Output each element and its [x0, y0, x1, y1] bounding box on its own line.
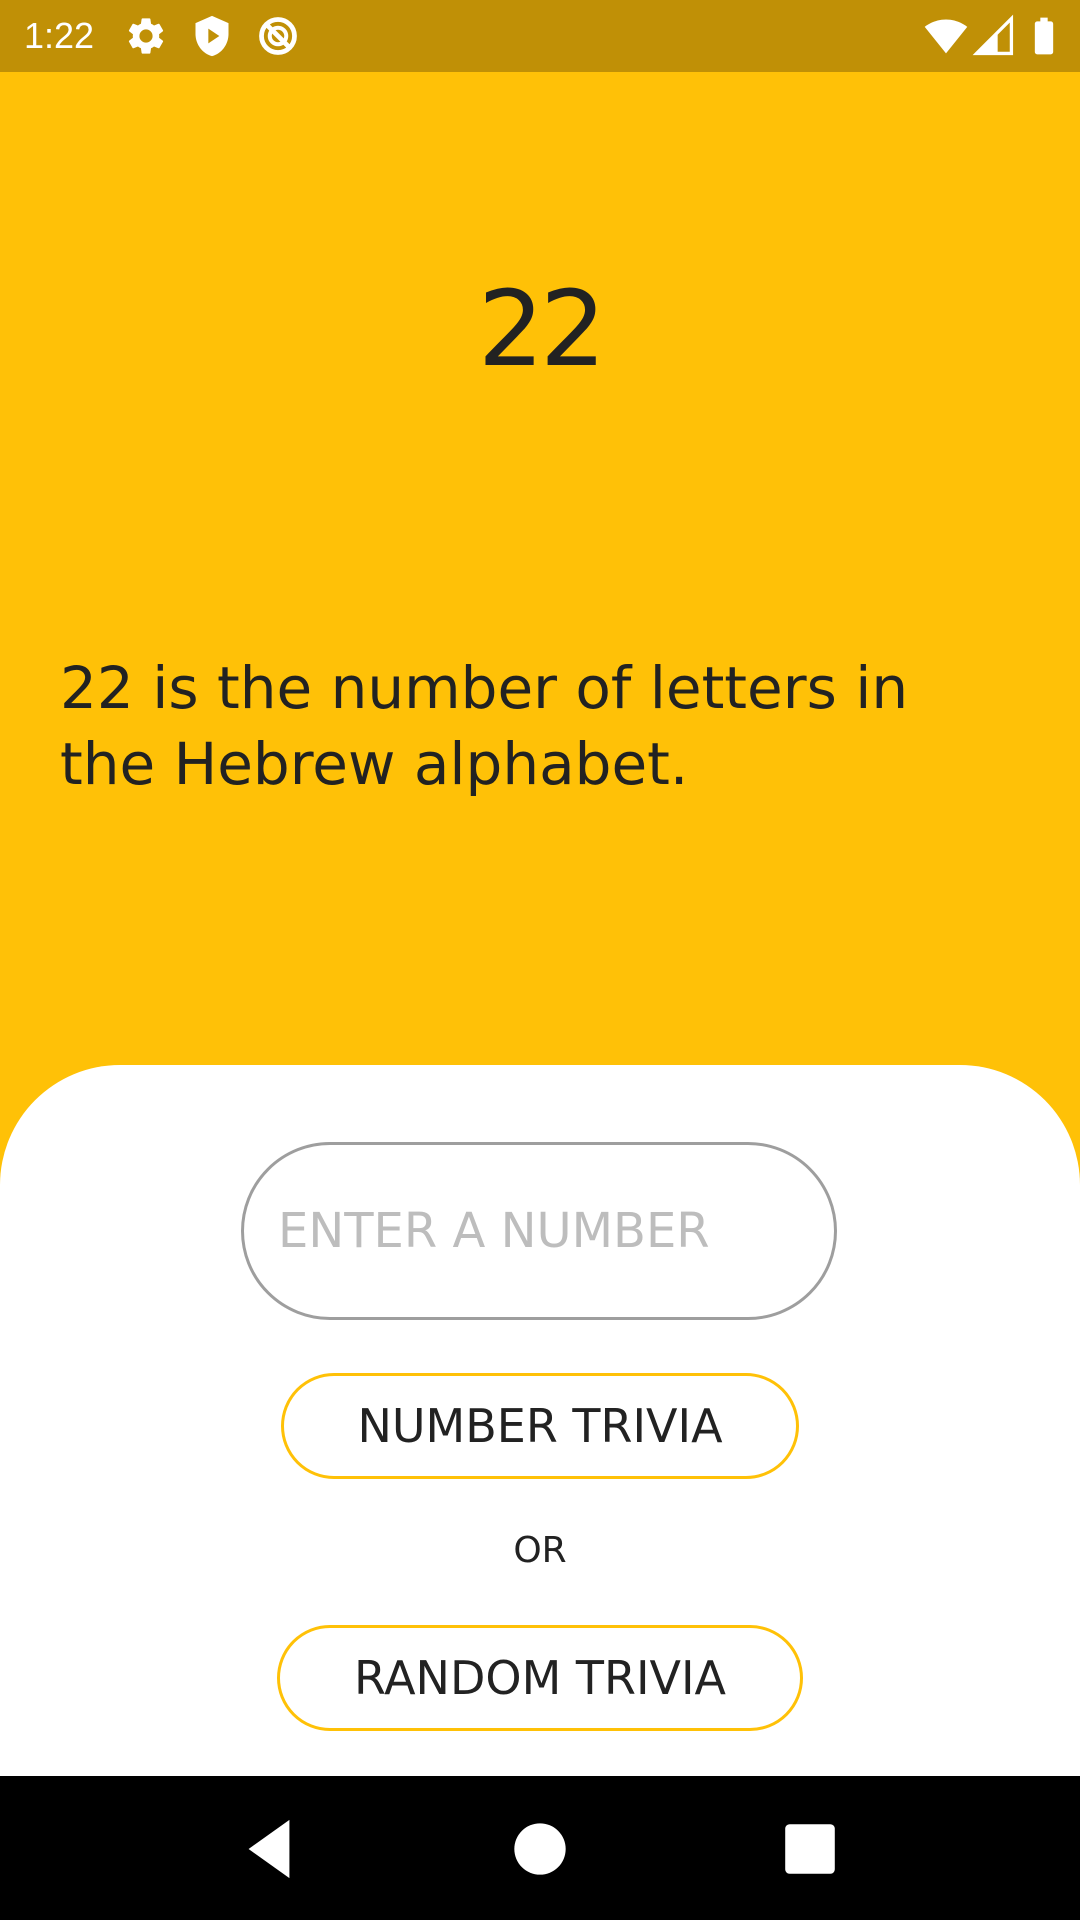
shield-play-icon: [190, 14, 234, 58]
battery-icon: [1022, 14, 1066, 58]
no-sync-icon: [256, 14, 300, 58]
home-icon[interactable]: [505, 1814, 575, 1884]
recents-icon[interactable]: [775, 1814, 845, 1884]
status-time: 1:22: [24, 15, 95, 56]
number-input[interactable]: [241, 1142, 837, 1320]
number-trivia-button[interactable]: NUMBER TRIVIA: [281, 1373, 799, 1479]
status-bar: 1:22: [0, 0, 1080, 72]
random-trivia-button[interactable]: RANDOM TRIVIA: [277, 1625, 803, 1731]
wifi-icon: [924, 14, 968, 58]
back-icon[interactable]: [234, 1814, 304, 1884]
trivia-fact: 22 is the number of letters in the Hebre…: [60, 654, 909, 798]
or-separator: OR: [513, 1530, 567, 1571]
gear-icon: [124, 14, 168, 58]
random-trivia-label: RANDOM TRIVIA: [353, 1651, 727, 1705]
trivia-number: 22: [477, 268, 606, 390]
number-trivia-label: NUMBER TRIVIA: [357, 1399, 723, 1453]
navigation-bar: [0, 1776, 1080, 1920]
signal-icon: [972, 14, 1016, 58]
